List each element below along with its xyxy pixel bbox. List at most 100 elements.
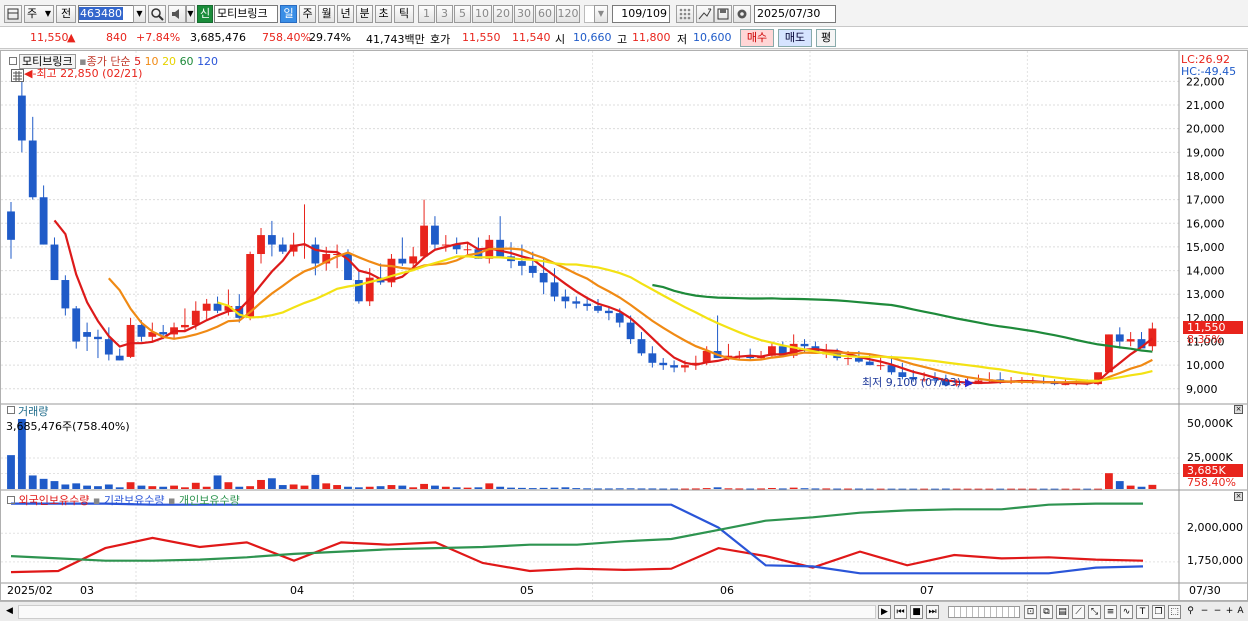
eval-button[interactable]: 평 <box>816 29 836 47</box>
volume-bar <box>691 488 700 490</box>
panel-menu-icon[interactable] <box>9 57 17 65</box>
candle-body <box>604 310 613 314</box>
interval-3[interactable]: 3 <box>436 5 453 23</box>
line-tool-icon[interactable]: ⟋ <box>1072 605 1085 619</box>
volume-bar <box>474 487 483 489</box>
candle <box>398 237 407 266</box>
volume-bar <box>507 487 515 489</box>
volume-bar <box>702 488 711 490</box>
individual-label: 개인보유수량 <box>179 494 240 507</box>
speaker-icon[interactable] <box>168 5 186 23</box>
volume-bar <box>496 486 505 489</box>
compare-icon[interactable]: ⧉ <box>1040 605 1053 619</box>
volume-bar <box>376 486 385 489</box>
first-icon[interactable]: ⏮ <box>894 605 907 619</box>
candle <box>1148 322 1157 351</box>
candle-body <box>1061 384 1070 386</box>
volume-bar <box>550 487 559 489</box>
panel-icon[interactable]: ▤ <box>1056 605 1069 619</box>
code-dropdown-icon[interactable]: ▼ <box>133 5 146 23</box>
count-field[interactable]: 109/109 <box>612 5 670 23</box>
tab-minute[interactable]: 분 <box>356 5 373 23</box>
arrow-left-icon: ◀- <box>24 67 37 80</box>
stop-icon[interactable]: ■ <box>910 605 923 619</box>
volume-bar <box>833 488 842 490</box>
type-select[interactable]: 주 ▼ <box>24 5 54 23</box>
scroll-track[interactable] <box>18 605 876 619</box>
crosshair-icon[interactable] <box>696 5 714 23</box>
gear-icon[interactable] <box>733 5 751 23</box>
volume-bar <box>409 487 418 489</box>
grid-dots-icon[interactable] <box>676 5 694 23</box>
zoom-icon[interactable]: ⚲ <box>1184 605 1197 619</box>
tab-year[interactable]: 년 <box>337 5 354 23</box>
interval-dropdown-icon[interactable]: ▼ <box>594 5 608 23</box>
volume-panel-icon[interactable] <box>7 406 15 414</box>
interval-10[interactable]: 10 <box>472 5 492 23</box>
candle-body <box>202 303 211 311</box>
interval-1[interactable]: 1 <box>418 5 435 23</box>
next-icon[interactable]: ⏭ <box>926 605 939 619</box>
volume-bar <box>572 488 581 490</box>
zoom-slider[interactable] <box>948 606 1020 618</box>
volume-bar <box>191 482 200 489</box>
auto-scale-icon[interactable]: A <box>1234 605 1247 619</box>
volume-bar <box>181 487 189 489</box>
foreign-holding-line <box>10 536 1144 574</box>
candle-body <box>1104 334 1113 373</box>
price-tick-label: 20,000 <box>1186 123 1225 136</box>
zoom-out-icon[interactable]: − <box>1198 605 1211 619</box>
buy-button[interactable]: 매수 <box>740 29 774 47</box>
save-icon[interactable] <box>714 5 732 23</box>
scroll-right-icon[interactable]: ▶ <box>878 605 891 619</box>
fib-tool-icon[interactable]: ≡ <box>1104 605 1117 619</box>
interval-60[interactable]: 60 <box>535 5 555 23</box>
date-field[interactable]: 2025/07/30 <box>754 5 836 23</box>
sell-button[interactable]: 매도 <box>778 29 812 47</box>
tab-week[interactable]: 주 <box>299 5 316 23</box>
stock-name-field[interactable]: 모티브링크 <box>214 5 278 23</box>
candle <box>267 220 276 257</box>
candle <box>61 275 70 316</box>
vol-tick-50000k: 50,000K <box>1187 417 1233 430</box>
candle-body <box>39 197 48 245</box>
scroll-left-icon[interactable]: ◀ <box>3 605 16 619</box>
calendar-icon[interactable] <box>11 69 24 82</box>
interval-5[interactable]: 5 <box>454 5 471 23</box>
interval-20[interactable]: 20 <box>493 5 513 23</box>
prev-button[interactable]: 전 <box>56 5 76 23</box>
layout-icon[interactable] <box>4 5 22 23</box>
trend-tool-icon[interactable]: ⤡ <box>1088 605 1101 619</box>
copy-icon[interactable]: ❐ <box>1152 605 1165 619</box>
tab-second[interactable]: 초 <box>375 5 392 23</box>
volume-bar <box>311 474 320 489</box>
code-input[interactable]: 463480 <box>78 5 134 23</box>
select-icon[interactable]: ⬚ <box>1168 605 1181 619</box>
tab-day[interactable]: 일 <box>280 5 297 23</box>
tab-tick[interactable]: 틱 <box>394 5 414 23</box>
interval-30[interactable]: 30 <box>514 5 534 23</box>
close-icon[interactable]: × <box>1234 492 1243 501</box>
candle-body <box>50 244 59 281</box>
speaker-dropdown-icon[interactable]: ▼ <box>186 5 195 23</box>
interval-120[interactable]: 120 <box>556 5 580 23</box>
wave-tool-icon[interactable]: ∿ <box>1120 605 1133 619</box>
crosshair-tool-icon[interactable]: ⊡ <box>1024 605 1037 619</box>
candle-body <box>398 258 407 264</box>
price-tick-label: 15,000 <box>1186 241 1225 254</box>
candle-body <box>517 261 526 266</box>
volume-bar <box>354 487 363 489</box>
volume-last-pct: 758.40% <box>1187 476 1236 489</box>
text-tool-icon[interactable]: T <box>1136 605 1149 619</box>
close-icon[interactable]: × <box>1234 405 1243 414</box>
search-icon[interactable] <box>148 5 166 23</box>
volume-bar <box>148 486 157 489</box>
candle-body <box>213 303 222 311</box>
change-value: 840 <box>106 31 127 44</box>
x-label-2: 04 <box>290 584 304 597</box>
volume-bar <box>648 488 657 490</box>
volume-bar <box>778 488 787 490</box>
candle <box>72 306 81 349</box>
holding-panel-icon[interactable] <box>7 496 15 504</box>
tab-month[interactable]: 월 <box>318 5 335 23</box>
